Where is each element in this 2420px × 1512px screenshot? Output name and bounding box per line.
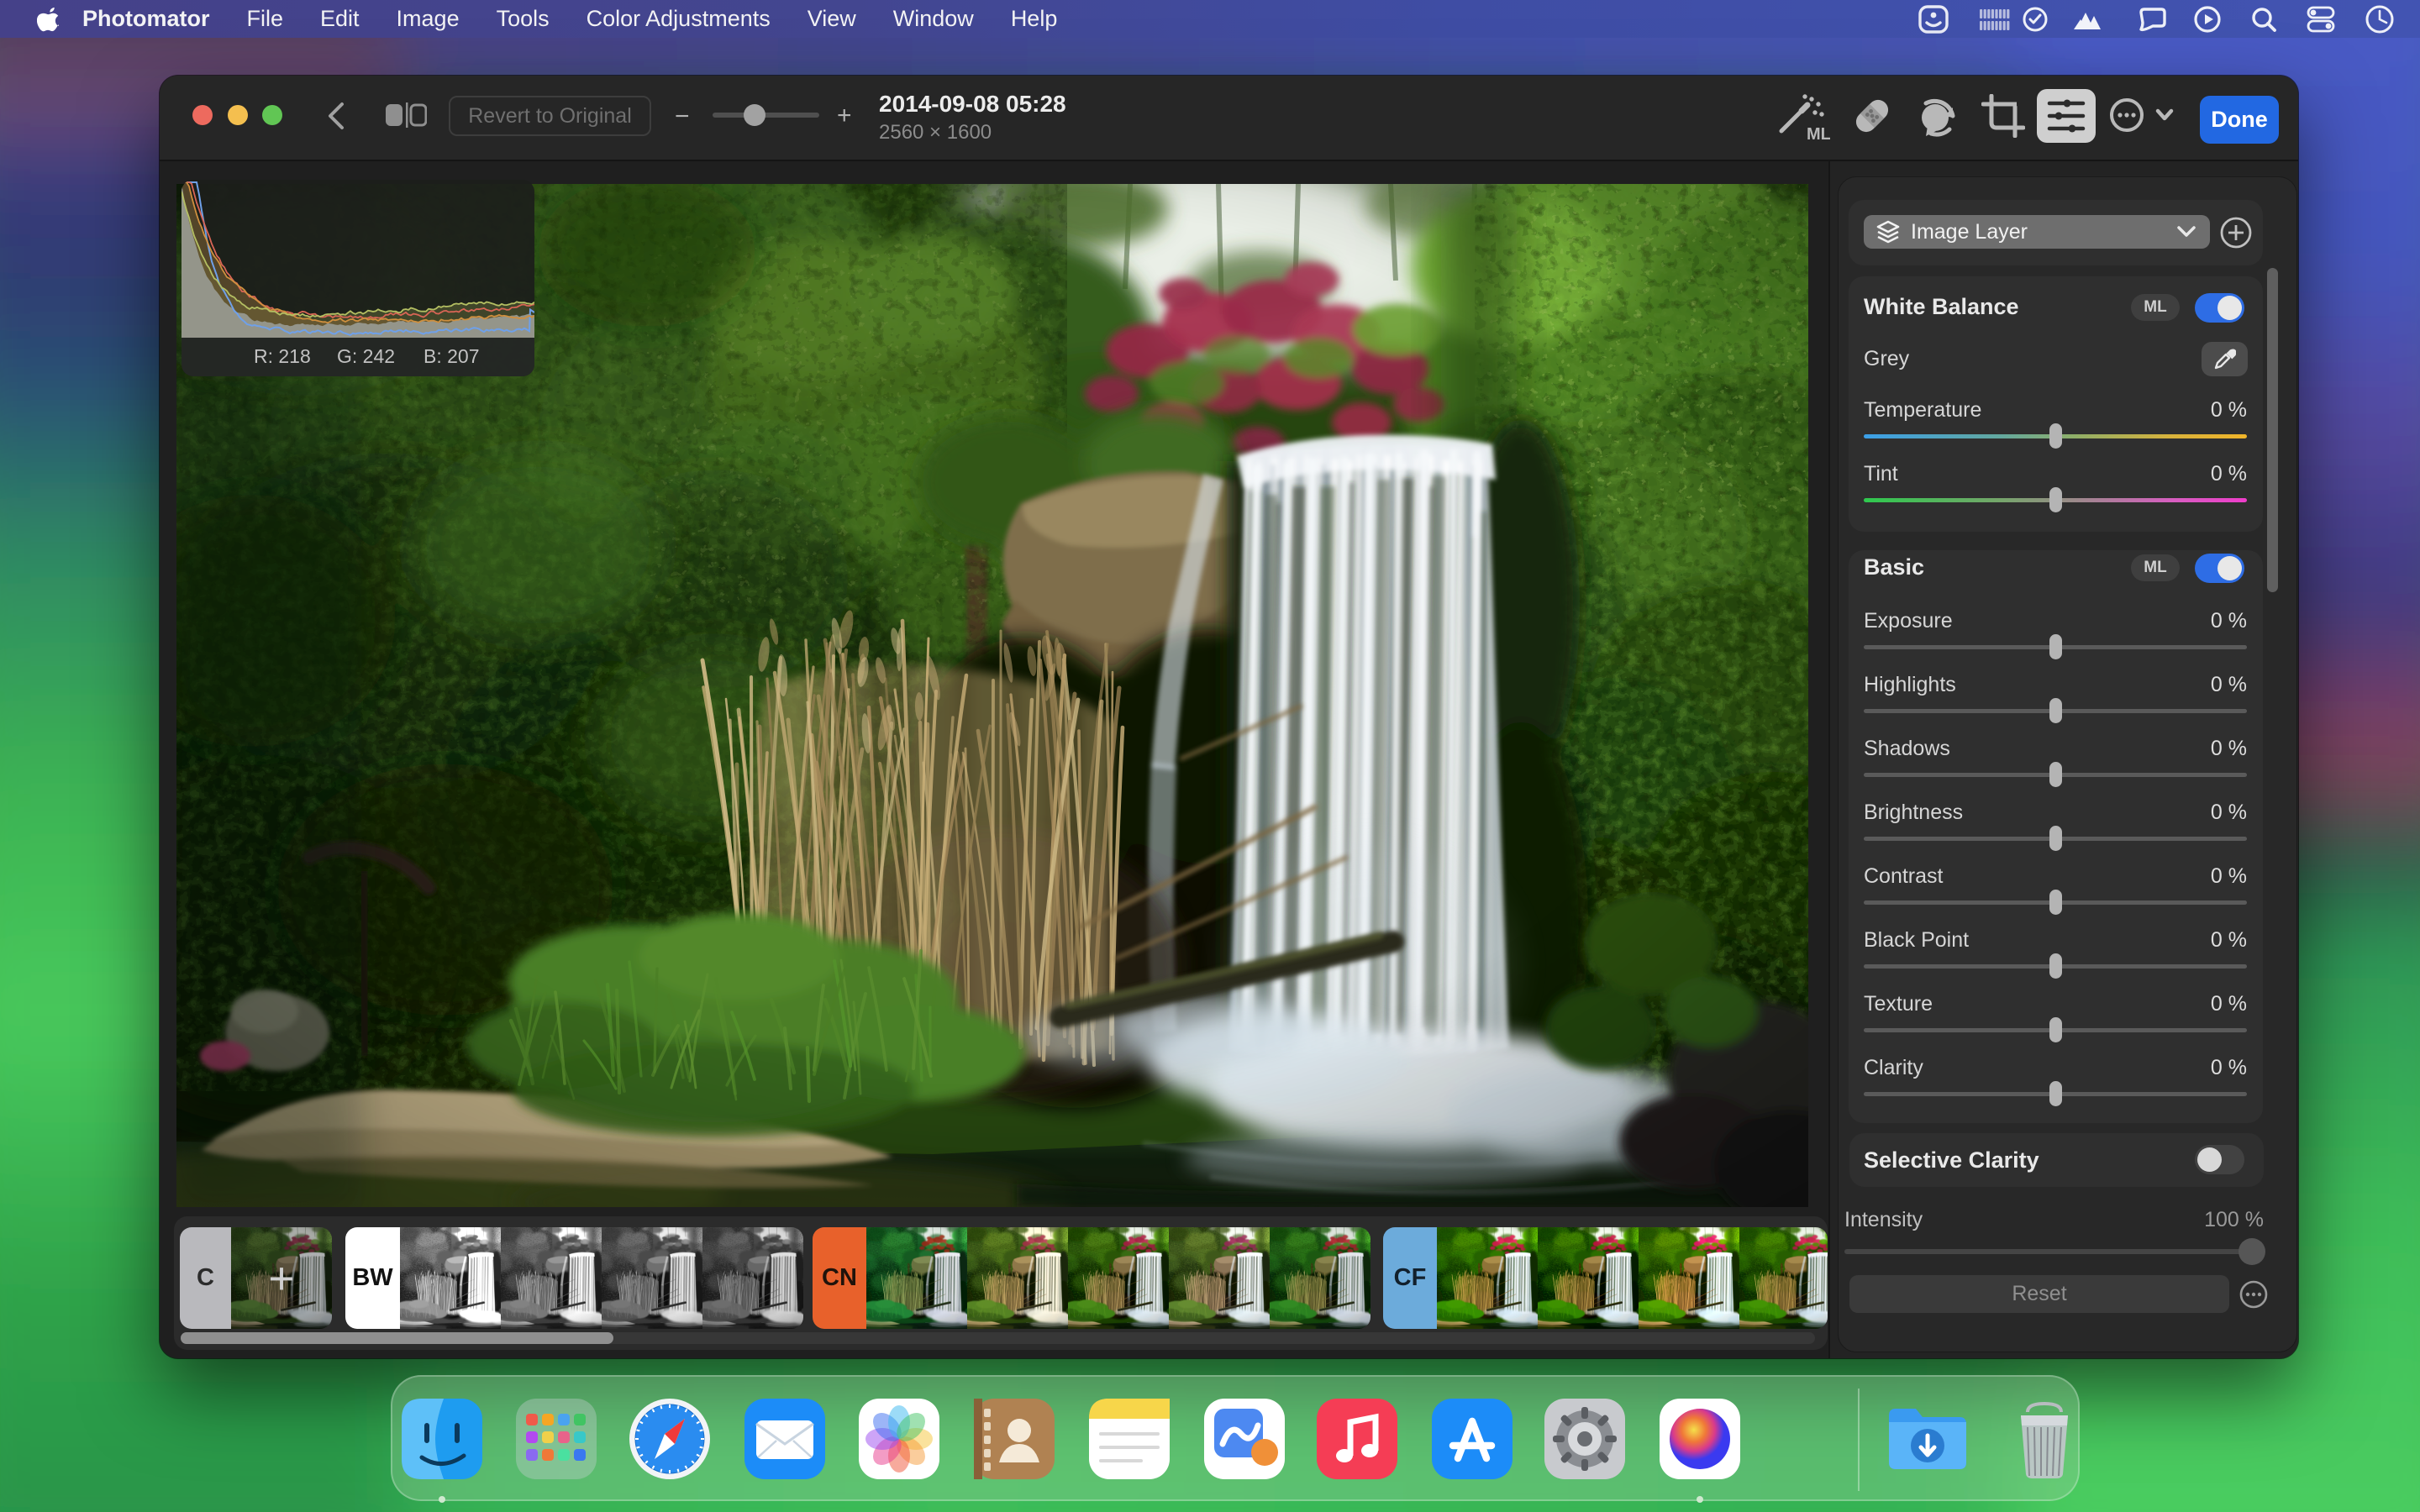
svg-text:ML: ML <box>1807 125 1830 144</box>
